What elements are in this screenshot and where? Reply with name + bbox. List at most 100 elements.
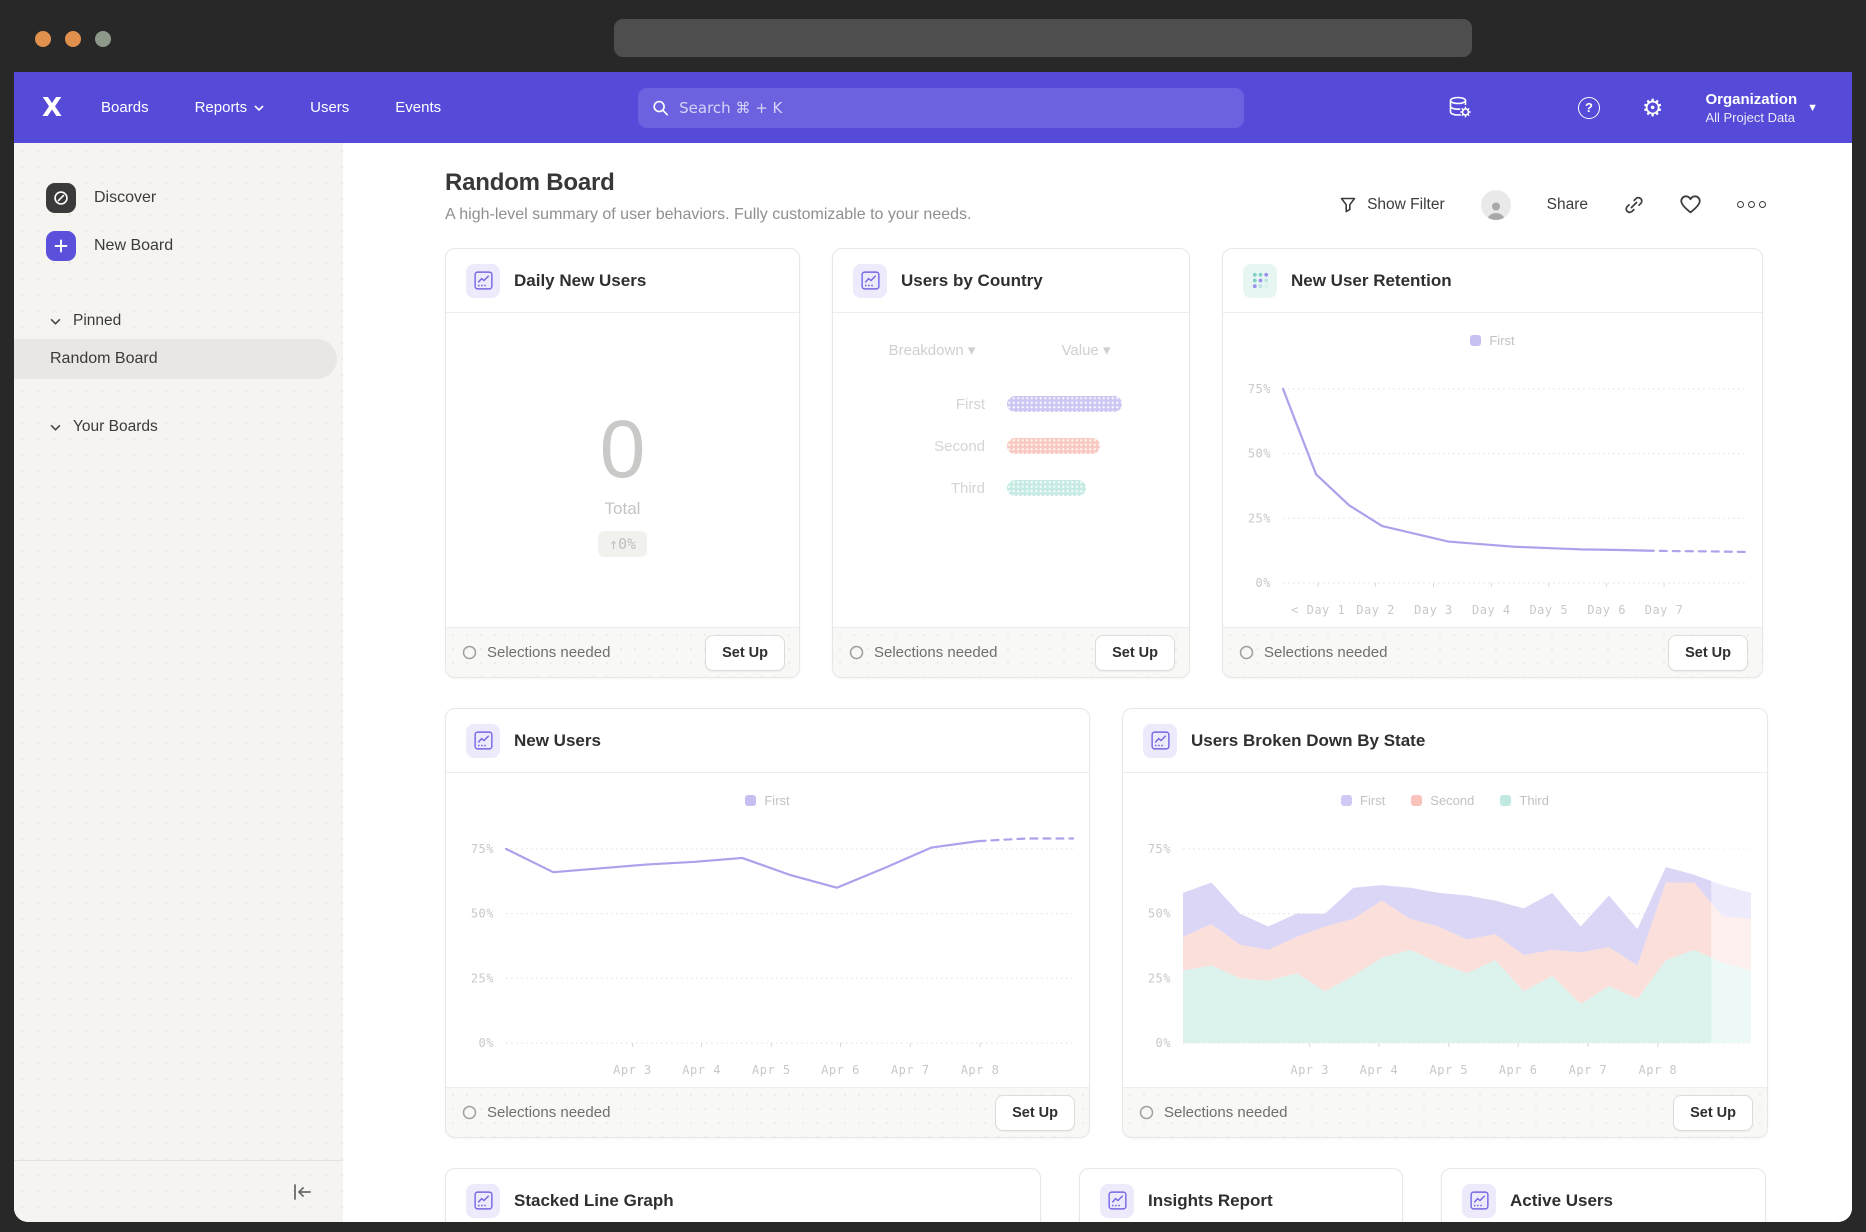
legend-item[interactable]: Third bbox=[1500, 793, 1549, 808]
line-chart-icon bbox=[466, 1184, 500, 1218]
collapse-sidebar-icon[interactable] bbox=[291, 1183, 313, 1201]
svg-text:50%: 50% bbox=[471, 907, 494, 921]
svg-text:25%: 25% bbox=[1248, 511, 1271, 525]
country-row-bar bbox=[1007, 396, 1122, 412]
window-minimize-button[interactable] bbox=[65, 31, 81, 47]
card-title: Users by Country bbox=[901, 271, 1043, 291]
window-titlebar bbox=[0, 0, 1866, 72]
svg-text:75%: 75% bbox=[1248, 382, 1271, 396]
sidebar-section-pinned[interactable]: Pinned bbox=[14, 303, 343, 339]
traffic-lights bbox=[35, 31, 111, 47]
avatar[interactable] bbox=[1481, 190, 1511, 220]
nav-item-reports[interactable]: Reports bbox=[195, 99, 265, 116]
svg-text:Apr 6: Apr 6 bbox=[821, 1063, 860, 1077]
status-text: Selections needed bbox=[487, 644, 610, 661]
country-bar-row: Third bbox=[857, 467, 1165, 509]
org-switcher[interactable]: Organization All Project Data ▼ bbox=[1705, 91, 1818, 125]
svg-text:Apr 3: Apr 3 bbox=[613, 1063, 652, 1077]
card-active-users: Active Users bbox=[1441, 1168, 1766, 1222]
chevron-down-icon bbox=[50, 318, 61, 325]
card-title: Daily New Users bbox=[514, 271, 646, 291]
chart-legend: First bbox=[1223, 313, 1762, 355]
data-management-icon[interactable] bbox=[1447, 95, 1473, 121]
window-close-button[interactable] bbox=[35, 31, 51, 47]
search-input[interactable] bbox=[679, 99, 1230, 117]
mixpanel-logo-icon[interactable]: X bbox=[42, 93, 61, 123]
board-toolbar: Show Filter Share bbox=[1339, 185, 1766, 224]
svg-text:Day 6: Day 6 bbox=[1587, 603, 1626, 617]
more-options-icon[interactable] bbox=[1737, 201, 1766, 208]
apps-grid-icon[interactable] bbox=[1515, 97, 1536, 118]
copy-link-icon[interactable] bbox=[1624, 195, 1644, 215]
show-filter-button[interactable]: Show Filter bbox=[1339, 196, 1445, 214]
legend-item[interactable]: Second bbox=[1411, 793, 1474, 808]
legend-label: First bbox=[1360, 793, 1385, 808]
country-row-bar bbox=[1007, 480, 1086, 496]
card-daily-new-users: Daily New Users 0 Total ↑0% Selections n… bbox=[445, 248, 800, 678]
set-up-button[interactable]: Set Up bbox=[1668, 635, 1748, 671]
card-title: Insights Report bbox=[1148, 1191, 1273, 1211]
breakdown-label: Breakdown bbox=[889, 342, 964, 359]
sidebar-item-discover[interactable]: Discover bbox=[14, 177, 343, 219]
nav-item-users[interactable]: Users bbox=[310, 99, 349, 116]
global-search[interactable] bbox=[638, 88, 1244, 128]
sidebar-footer bbox=[14, 1160, 343, 1222]
chevron-down-icon: ▼ bbox=[1807, 102, 1818, 114]
sidebar-section-your-boards[interactable]: Your Boards bbox=[14, 409, 343, 445]
help-icon[interactable]: ? bbox=[1578, 97, 1600, 119]
svg-text:0%: 0% bbox=[1156, 1036, 1172, 1050]
legend-label: First bbox=[1489, 333, 1514, 348]
svg-text:Apr 5: Apr 5 bbox=[1430, 1063, 1469, 1077]
card-new-user-retention: New User Retention First 75%50%25%0%< Da… bbox=[1222, 248, 1763, 678]
svg-text:Apr 4: Apr 4 bbox=[1360, 1063, 1399, 1077]
metric-label: Total bbox=[605, 499, 641, 519]
status-text: Selections needed bbox=[1164, 1104, 1287, 1121]
sidebar-item-random-board[interactable]: Random Board bbox=[14, 339, 337, 379]
nav-right-cluster: ? ⚙ Organization All Project Data ▼ bbox=[1447, 91, 1824, 125]
nav-item-events[interactable]: Events bbox=[395, 99, 441, 116]
sidebar: Discover New Board Pinned Random Board bbox=[14, 143, 343, 1222]
top-navbar: X Boards Reports Users Events bbox=[14, 72, 1852, 143]
settings-gear-icon[interactable]: ⚙ bbox=[1642, 96, 1664, 120]
nav-item-boards[interactable]: Boards bbox=[101, 99, 149, 116]
new-users-chart: 75%50%25%0%Apr 3Apr 4Apr 5Apr 6Apr 7Apr … bbox=[446, 815, 1089, 1087]
legend-item[interactable]: First bbox=[1470, 333, 1514, 348]
status-circle-icon bbox=[1239, 645, 1254, 660]
legend-item[interactable]: First bbox=[1341, 793, 1385, 808]
country-row-label: First bbox=[857, 396, 1007, 413]
set-up-button[interactable]: Set Up bbox=[995, 1095, 1075, 1131]
value-select[interactable]: Value ▾ bbox=[1007, 341, 1165, 359]
card-title: New User Retention bbox=[1291, 271, 1452, 291]
status-circle-icon bbox=[849, 645, 864, 660]
line-chart-icon bbox=[853, 264, 887, 298]
card-title: Users Broken Down By State bbox=[1191, 731, 1425, 751]
filter-funnel-icon bbox=[1339, 196, 1357, 214]
retention-chart: 75%50%25%0%< Day 1Day 2Day 3Day 4Day 5Da… bbox=[1223, 355, 1762, 627]
set-up-button[interactable]: Set Up bbox=[1095, 635, 1175, 671]
svg-text:Apr 7: Apr 7 bbox=[1569, 1063, 1608, 1077]
favorite-heart-icon[interactable] bbox=[1680, 195, 1701, 214]
address-bar[interactable] bbox=[614, 19, 1472, 57]
metric-value: 0 bbox=[600, 409, 646, 491]
card-insights-report: Insights Report bbox=[1079, 1168, 1403, 1222]
svg-text:Apr 8: Apr 8 bbox=[1639, 1063, 1678, 1077]
line-chart-icon bbox=[1100, 1184, 1134, 1218]
share-button[interactable]: Share bbox=[1547, 196, 1588, 214]
status-text: Selections needed bbox=[874, 644, 997, 661]
legend-swatch bbox=[1341, 795, 1352, 806]
card-title: Stacked Line Graph bbox=[514, 1191, 674, 1211]
sidebar-item-new-board[interactable]: New Board bbox=[14, 225, 343, 267]
status-circle-icon bbox=[462, 1105, 477, 1120]
chevron-down-icon bbox=[50, 424, 61, 431]
legend-item[interactable]: First bbox=[745, 793, 789, 808]
svg-text:Apr 5: Apr 5 bbox=[752, 1063, 791, 1077]
set-up-button[interactable]: Set Up bbox=[1673, 1095, 1753, 1131]
breakdown-select[interactable]: Breakdown ▾ bbox=[857, 341, 1007, 359]
window-zoom-button[interactable] bbox=[95, 31, 111, 47]
legend-swatch bbox=[745, 795, 756, 806]
line-chart-icon bbox=[1143, 724, 1177, 758]
chart-legend: First bbox=[446, 773, 1089, 815]
set-up-button[interactable]: Set Up bbox=[705, 635, 785, 671]
section-label: Pinned bbox=[73, 312, 121, 330]
page-title: Random Board bbox=[445, 169, 971, 197]
